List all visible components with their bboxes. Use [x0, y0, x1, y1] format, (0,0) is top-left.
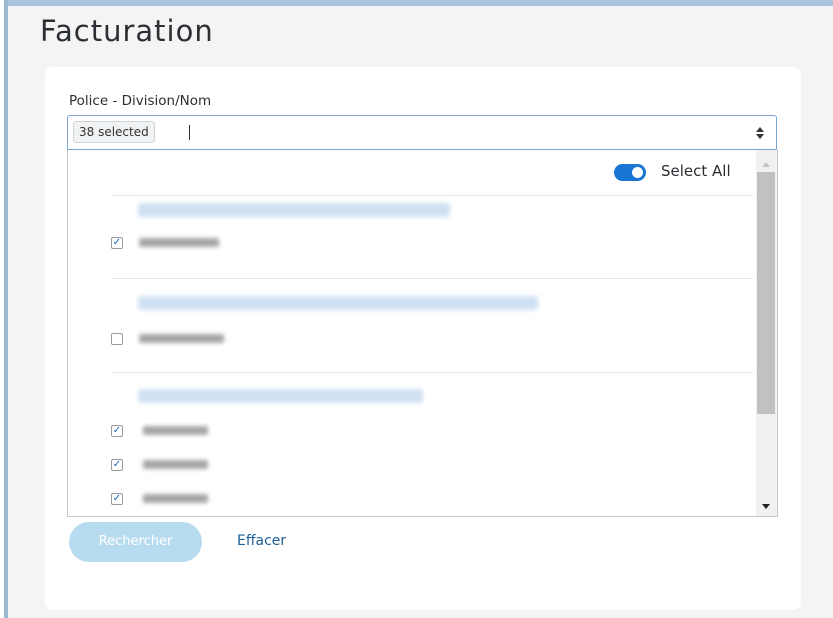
left-accent-bar: [0, 0, 8, 618]
select-all-label: Select All: [661, 162, 731, 180]
list-item[interactable]: ✓: [111, 490, 311, 510]
checkbox-checked-icon[interactable]: ✓: [111, 459, 123, 471]
option-label-redacted: [143, 426, 208, 435]
option-label-redacted: [139, 334, 224, 343]
divider: [111, 278, 753, 279]
text-cursor: [189, 125, 190, 140]
group-header[interactable]: [138, 296, 538, 310]
list-item[interactable]: ✓: [111, 234, 311, 254]
group-header[interactable]: [138, 389, 423, 403]
scroll-down-icon[interactable]: [762, 504, 770, 509]
sort-arrows-icon[interactable]: [756, 126, 764, 140]
checkbox-checked-icon[interactable]: ✓: [111, 493, 123, 505]
list-item[interactable]: ✓: [111, 422, 311, 442]
option-label-redacted: [143, 494, 208, 503]
checkbox-checked-icon[interactable]: ✓: [111, 237, 123, 249]
divider: [111, 372, 753, 373]
scroll-up-icon[interactable]: [762, 162, 770, 167]
search-button[interactable]: Rechercher: [69, 522, 202, 562]
list-item[interactable]: [111, 330, 311, 350]
group-header[interactable]: [138, 203, 450, 217]
option-label-redacted: [139, 238, 219, 247]
checkbox-unchecked-icon[interactable]: [111, 333, 123, 345]
option-label-redacted: [143, 460, 208, 469]
divider: [111, 195, 753, 196]
clear-link[interactable]: Effacer: [237, 533, 286, 549]
police-division-label: Police - Division/Nom: [69, 93, 212, 109]
dropdown-scrollbar[interactable]: [756, 150, 777, 516]
selected-count-tag: 38 selected: [73, 121, 155, 143]
top-accent-bar: [8, 0, 833, 6]
police-multiselect[interactable]: 38 selected: [67, 115, 777, 150]
scroll-thumb[interactable]: [757, 172, 775, 414]
page-title: Facturation: [40, 14, 214, 48]
checkbox-checked-icon[interactable]: ✓: [111, 425, 123, 437]
options-dropdown: Select All ✓ ✓ ✓ ✓: [67, 150, 778, 517]
select-all-toggle[interactable]: [614, 164, 646, 181]
list-item[interactable]: ✓: [111, 456, 311, 476]
